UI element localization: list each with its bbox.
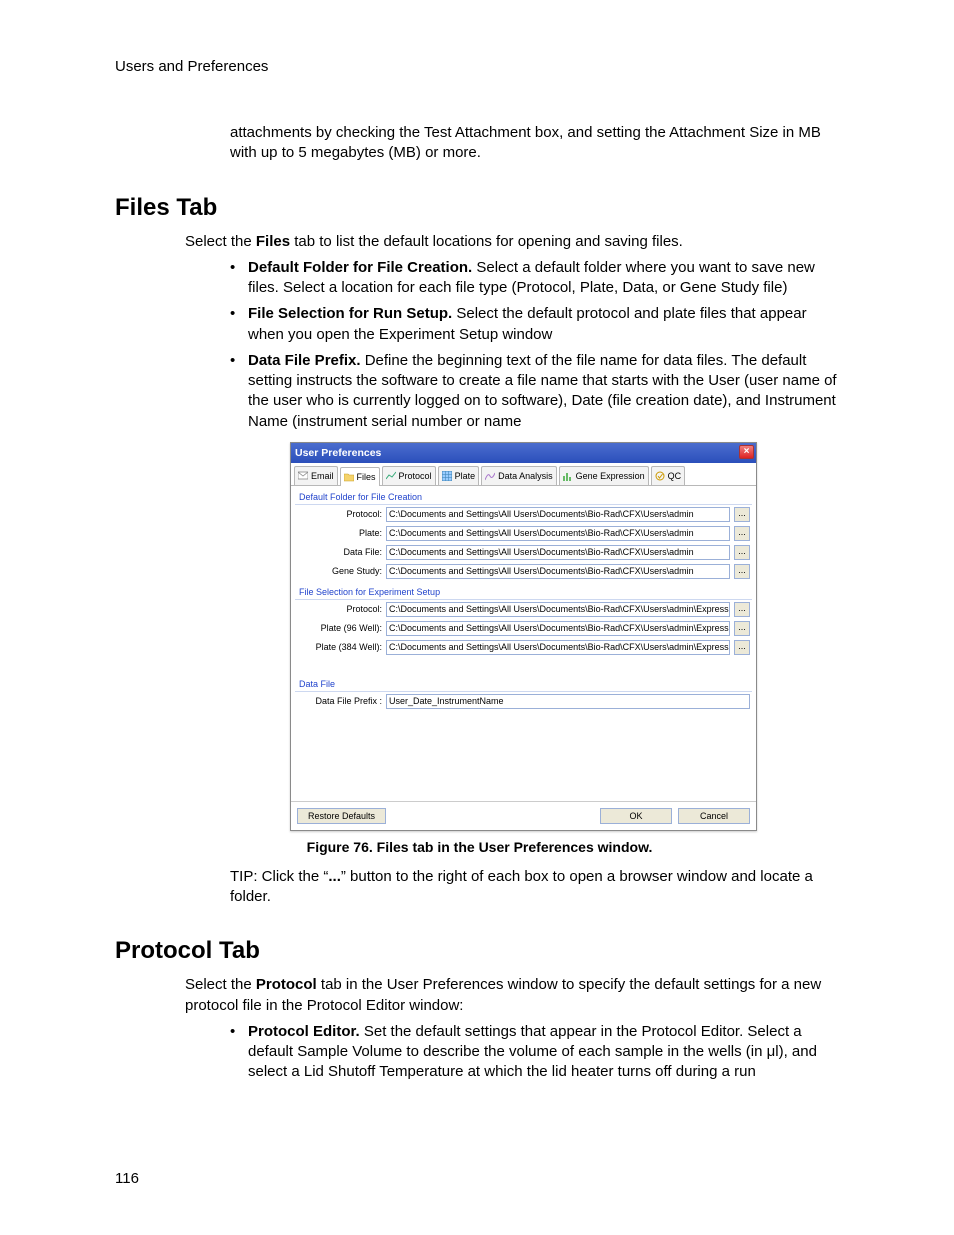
close-icon[interactable]: × <box>739 445 754 459</box>
input-protocol-sel[interactable]: C:\Documents and Settings\All Users\Docu… <box>386 602 730 617</box>
tab-data-analysis[interactable]: Data Analysis <box>481 466 557 485</box>
grid-icon <box>442 471 452 481</box>
tab-plate[interactable]: Plate <box>438 466 480 485</box>
window-title: User Preferences <box>295 447 381 459</box>
label-plate384: Plate (384 Well): <box>297 642 382 652</box>
bars-icon <box>563 471 573 481</box>
ok-button[interactable]: OK <box>600 808 672 824</box>
bullet-item: File Selection for Run Setup. Select the… <box>230 304 844 345</box>
input-genestudy-folder[interactable]: C:\Documents and Settings\All Users\Docu… <box>386 564 730 579</box>
figure-caption: Figure 76. Files tab in the User Prefere… <box>115 839 844 855</box>
window-titlebar: User Preferences × <box>291 443 756 463</box>
files-intro: Select the Files tab to list the default… <box>185 232 844 252</box>
protocol-tab-heading: Protocol Tab <box>115 937 844 965</box>
label-data-file: Data File: <box>297 547 382 557</box>
protocol-intro: Select the Protocol tab in the User Pref… <box>185 975 844 1016</box>
label-gene-study: Gene Study: <box>297 566 382 576</box>
page-number: 116 <box>115 1170 139 1187</box>
section-data-file: Data File <box>295 673 752 692</box>
browse-button[interactable]: ... <box>734 602 750 617</box>
input-plate96[interactable]: C:\Documents and Settings\All Users\Docu… <box>386 621 730 636</box>
preferences-window: User Preferences × Email Files Protocol … <box>290 442 755 831</box>
cancel-button[interactable]: Cancel <box>678 808 750 824</box>
section-file-selection: File Selection for Experiment Setup <box>295 581 752 600</box>
tab-files[interactable]: Files <box>340 467 380 486</box>
browse-button[interactable]: ... <box>734 640 750 655</box>
lead-paragraph: attachments by checking the Test Attachm… <box>230 123 844 164</box>
input-plate384[interactable]: C:\Documents and Settings\All Users\Docu… <box>386 640 730 655</box>
label-protocol: Protocol: <box>297 509 382 519</box>
tab-protocol[interactable]: Protocol <box>382 466 436 485</box>
files-tab-heading: Files Tab <box>115 194 844 222</box>
browse-button[interactable]: ... <box>734 564 750 579</box>
analysis-icon <box>485 471 495 481</box>
tab-gene-expression[interactable]: Gene Expression <box>559 466 649 485</box>
input-datafile-folder[interactable]: C:\Documents and Settings\All Users\Docu… <box>386 545 730 560</box>
tip-text: TIP: Click the “...” button to the right… <box>230 867 844 908</box>
folder-icon <box>344 472 354 482</box>
tab-strip: Email Files Protocol Plate Data Analysis… <box>291 463 756 486</box>
bullet-item: Data File Prefix. Define the beginning t… <box>230 351 844 432</box>
browse-button[interactable]: ... <box>734 545 750 560</box>
qc-icon <box>655 471 665 481</box>
browse-button[interactable]: ... <box>734 507 750 522</box>
chart-icon <box>386 471 396 481</box>
browse-button[interactable]: ... <box>734 526 750 541</box>
envelope-icon <box>298 471 308 481</box>
section-default-folder: Default Folder for File Creation <box>295 486 752 505</box>
browse-button[interactable]: ... <box>734 621 750 636</box>
label-plate96: Plate (96 Well): <box>297 623 382 633</box>
tab-email[interactable]: Email <box>294 466 338 485</box>
tab-qc[interactable]: QC <box>651 466 686 485</box>
files-bullet-list: Default Folder for File Creation. Select… <box>230 258 844 432</box>
input-protocol-folder[interactable]: C:\Documents and Settings\All Users\Docu… <box>386 507 730 522</box>
bullet-item: Protocol Editor. Set the default setting… <box>230 1022 844 1083</box>
restore-defaults-button[interactable]: Restore Defaults <box>297 808 386 824</box>
label-plate: Plate: <box>297 528 382 538</box>
protocol-bullet-list: Protocol Editor. Set the default setting… <box>230 1022 844 1083</box>
page-header: Users and Preferences <box>115 58 844 75</box>
label-protocol-sel: Protocol: <box>297 604 382 614</box>
label-prefix: Data File Prefix : <box>297 696 382 706</box>
input-prefix[interactable]: User_Date_InstrumentName <box>386 694 750 709</box>
bullet-item: Default Folder for File Creation. Select… <box>230 258 844 299</box>
input-plate-folder[interactable]: C:\Documents and Settings\All Users\Docu… <box>386 526 730 541</box>
